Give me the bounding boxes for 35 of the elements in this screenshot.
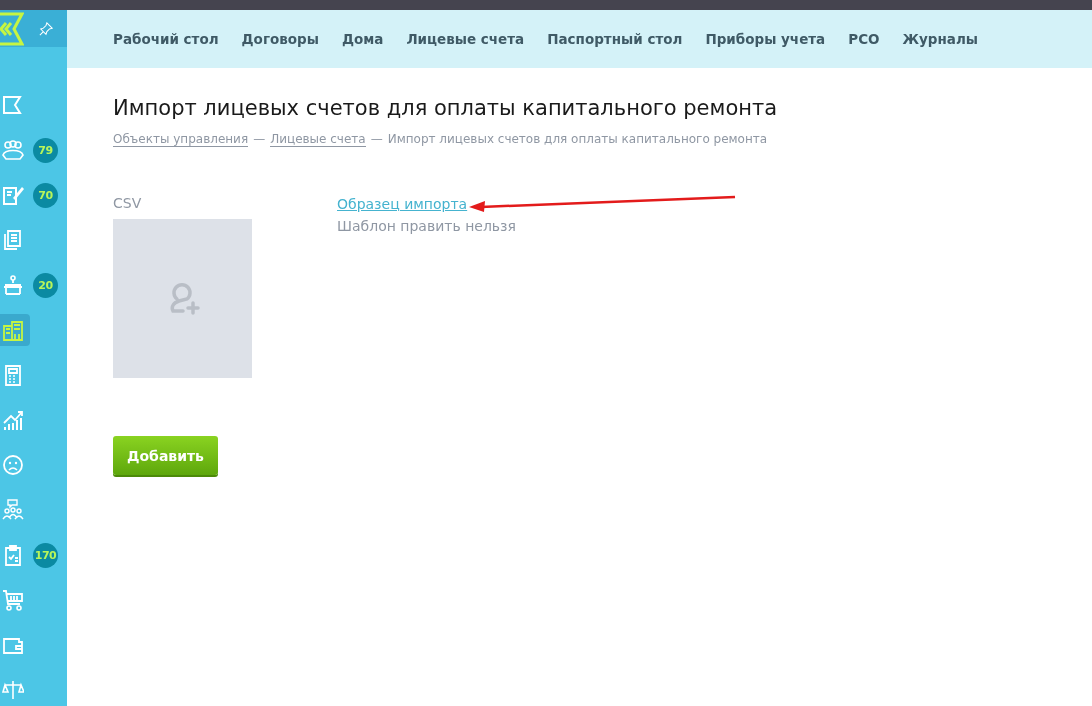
pin-icon[interactable] (39, 21, 53, 36)
count-badge: 170 (33, 542, 58, 568)
calculator-icon (2, 364, 24, 386)
documents-icon (2, 229, 24, 251)
reception-desk-icon (2, 274, 24, 296)
breadcrumb-separator: — (370, 132, 383, 147)
people-icon (2, 139, 24, 161)
nav-link[interactable]: Рабочий стол (113, 31, 219, 47)
team-icon (2, 499, 24, 521)
growth-chart-icon (2, 409, 24, 431)
logo-icon (0, 11, 24, 46)
breadcrumb-current: Импорт лицевых счетов для оплаты капитального ремонта (387, 132, 768, 147)
count-badge: 70 (33, 182, 58, 208)
nav-link[interactable]: Лицевые счета (406, 31, 525, 47)
nav-link[interactable]: Приборы учета (705, 31, 826, 47)
clipboard-icon (2, 544, 24, 566)
count-badge: 20 (33, 272, 58, 298)
flag-icon (2, 94, 24, 116)
count-badge: 79 (33, 137, 58, 163)
edit-icon (2, 184, 24, 206)
sidebar-item[interactable] (0, 314, 30, 346)
sad-face-icon (2, 454, 24, 476)
breadcrumb-separator: — (253, 132, 266, 147)
nav-link[interactable]: Дома (341, 31, 384, 47)
nav-link[interactable]: Паспортный стол (547, 31, 683, 47)
nav-link[interactable]: РСО (848, 31, 880, 47)
page-title: Импорт лицевых счетов для оплаты капитального ремонта (113, 96, 779, 120)
template-note: Шаблон править нельзя (337, 218, 516, 234)
scales-icon (2, 679, 24, 701)
file-upload-area[interactable] (113, 219, 252, 378)
buildings-icon (2, 319, 24, 341)
nav-link[interactable]: Журналы (902, 31, 979, 47)
nav-link[interactable]: Договоры (241, 31, 319, 47)
file-type-label: CSV (113, 195, 143, 211)
cart-icon (2, 589, 24, 611)
